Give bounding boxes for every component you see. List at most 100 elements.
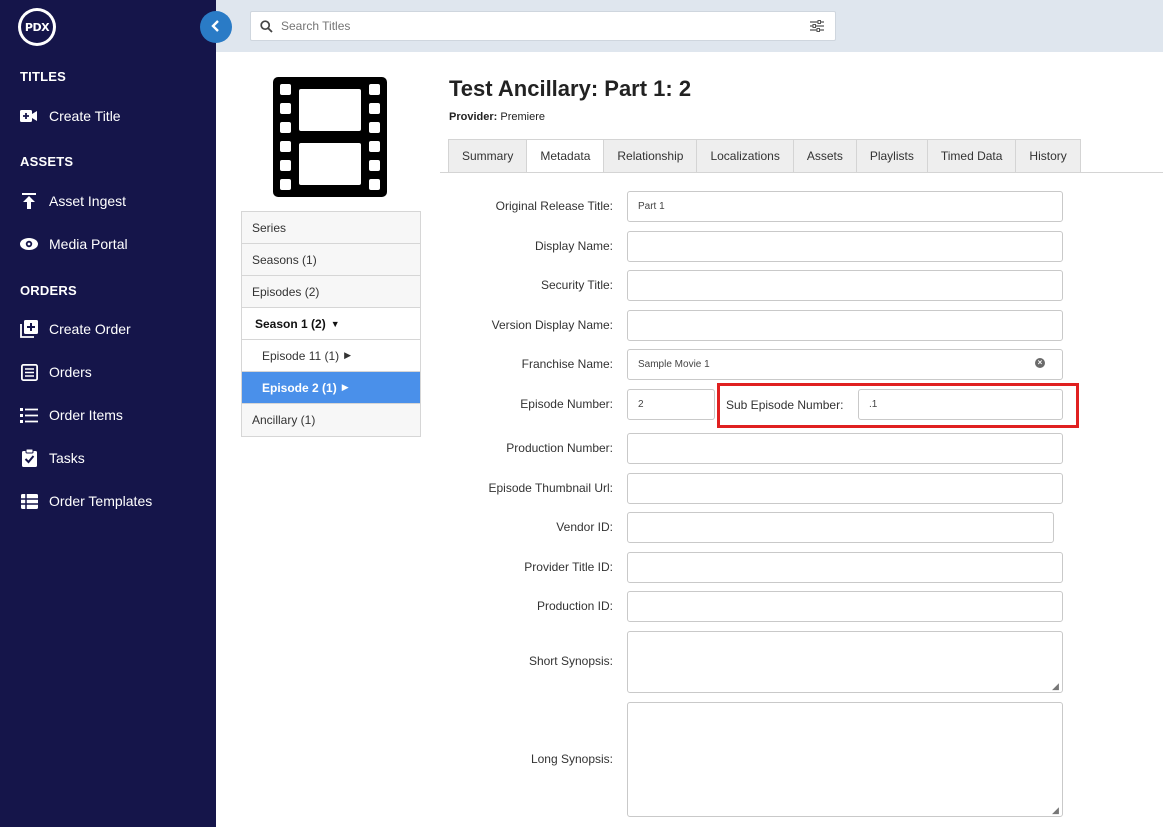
original-release-title-label: Original Release Title: xyxy=(495,199,613,213)
episode-number-field[interactable] xyxy=(627,389,715,420)
original-release-title-field[interactable] xyxy=(627,191,1063,222)
short-synopsis-label: Short Synopsis: xyxy=(528,654,613,668)
search-icon xyxy=(251,19,281,33)
film-icon xyxy=(273,77,387,202)
tree-label: Ancillary (1) xyxy=(252,413,316,427)
nav-asset-ingest[interactable]: Asset Ingest xyxy=(20,192,126,210)
sidebar: PDX TITLES Create Title ASSETS Asset Ing… xyxy=(0,0,216,827)
provider-line: Provider: Premiere xyxy=(449,111,545,123)
tree-label: Episode 11 (1) xyxy=(262,348,340,363)
long-synopsis-field[interactable] xyxy=(627,702,1063,817)
display-name-label: Display Name: xyxy=(534,239,613,253)
franchise-name-field[interactable] xyxy=(627,349,1063,380)
nav-label: Order Items xyxy=(49,407,123,423)
nav-label: Create Order xyxy=(49,321,131,337)
caret-right-icon: ▶ xyxy=(344,350,352,360)
nav-order-templates[interactable]: Order Templates xyxy=(20,492,152,510)
tree-label: Episode 2 (1) xyxy=(262,380,337,395)
eye-icon xyxy=(20,235,38,253)
provider-value: Premiere xyxy=(500,111,545,123)
caret-down-icon: ▼ xyxy=(330,318,340,329)
caret-right-icon: ▶ xyxy=(341,382,349,392)
production-number-label: Production Number: xyxy=(506,441,613,455)
clear-icon[interactable]: × xyxy=(1035,358,1045,368)
tab-divider xyxy=(440,172,1163,173)
tree-item-episodes[interactable]: Episodes (2) xyxy=(242,276,420,308)
franchise-name-label: Franchise Name: xyxy=(521,357,613,371)
production-number-field[interactable] xyxy=(627,433,1063,464)
display-name-field[interactable] xyxy=(627,231,1063,262)
nav-create-order[interactable]: Create Order xyxy=(20,320,131,338)
filter-sliders-icon[interactable] xyxy=(799,20,835,32)
chevron-left-icon xyxy=(211,19,221,36)
nav-orders[interactable]: Orders xyxy=(20,363,92,381)
list-icon xyxy=(20,406,38,424)
provider-title-id-label: Provider Title ID: xyxy=(524,560,613,574)
provider-title-id-field[interactable] xyxy=(627,552,1063,583)
tree-label: Episodes (2) xyxy=(252,284,320,299)
vendor-id-label: Vendor ID: xyxy=(556,520,613,534)
vendor-id-field[interactable] xyxy=(627,512,1054,543)
pdx-logo[interactable]: PDX xyxy=(18,8,56,46)
tab-history[interactable]: History xyxy=(1016,139,1081,173)
collapse-sidebar-button[interactable] xyxy=(200,11,232,43)
page-title: Test Ancillary: Part 1: 2 xyxy=(449,76,692,101)
production-id-label: Production ID: xyxy=(536,599,613,613)
tree-label: Seasons (1) xyxy=(252,252,317,267)
tab-timed-data[interactable]: Timed Data xyxy=(927,139,1017,173)
tree-item-episode-11[interactable]: Episode 11 (1) ▶ xyxy=(242,340,420,372)
episode-number-label: Episode Number: xyxy=(520,397,613,411)
tab-relationship[interactable]: Relationship xyxy=(604,139,698,173)
nav-label: Media Portal xyxy=(49,236,128,252)
nav-media-portal[interactable]: Media Portal xyxy=(20,235,128,253)
upload-icon xyxy=(20,192,38,210)
list-box-icon xyxy=(20,363,38,381)
tree-item-seasons[interactable]: Seasons (1) xyxy=(242,244,420,276)
version-display-name-field[interactable] xyxy=(627,310,1063,341)
nav-label: Orders xyxy=(49,364,92,380)
long-synopsis-label: Long Synopsis: xyxy=(530,752,613,766)
resize-handle-icon[interactable]: ◢ xyxy=(1052,681,1059,692)
nav-tasks[interactable]: Tasks xyxy=(20,449,85,467)
video-plus-icon xyxy=(20,107,38,125)
section-assets: ASSETS xyxy=(20,154,74,169)
security-title-label: Security Title: xyxy=(540,278,613,292)
nav-label: Asset Ingest xyxy=(49,193,127,209)
tree-item-season-1[interactable]: Season 1 (2) ▼ xyxy=(242,308,420,340)
sub-episode-number-field[interactable] xyxy=(858,389,1063,420)
table-icon xyxy=(20,492,38,510)
version-display-name-label: Version Display Name: xyxy=(491,318,613,332)
tree-item-series[interactable]: Series xyxy=(242,212,420,244)
tab-localizations[interactable]: Localizations xyxy=(697,139,794,173)
tab-playlists[interactable]: Playlists xyxy=(856,139,928,173)
short-synopsis-field[interactable] xyxy=(627,631,1063,693)
tab-bar: Summary Metadata Relationship Localizati… xyxy=(448,139,1081,173)
nav-label: Create Title xyxy=(49,108,121,124)
top-bar xyxy=(216,0,1163,52)
nav-order-items[interactable]: Order Items xyxy=(20,406,123,424)
section-orders: ORDERS xyxy=(20,283,77,298)
episode-thumbnail-url-field[interactable] xyxy=(627,473,1063,504)
provider-label: Provider: xyxy=(449,111,498,123)
security-title-field[interactable] xyxy=(627,270,1063,301)
search-input[interactable] xyxy=(281,19,799,33)
tab-metadata[interactable]: Metadata xyxy=(527,139,605,173)
nav-create-title[interactable]: Create Title xyxy=(20,107,121,125)
add-square-icon xyxy=(20,320,38,338)
nav-label: Tasks xyxy=(49,450,85,466)
nav-label: Order Templates xyxy=(49,493,153,509)
section-titles: TITLES xyxy=(20,69,66,84)
resize-handle-icon[interactable]: ◢ xyxy=(1052,805,1059,816)
sub-episode-number-label: Sub Episode Number: xyxy=(726,398,844,412)
tab-assets[interactable]: Assets xyxy=(793,139,857,173)
search-box xyxy=(250,11,836,41)
tab-summary[interactable]: Summary xyxy=(448,139,528,173)
tree-label: Series xyxy=(252,220,287,235)
production-id-field[interactable] xyxy=(627,591,1063,622)
tree-item-episode-2[interactable]: Episode 2 (1) ▶ xyxy=(242,372,420,404)
episode-thumbnail-url-label: Episode Thumbnail Url: xyxy=(488,481,613,495)
logo-text: PDX xyxy=(21,11,53,43)
tree-item-ancillary[interactable]: Ancillary (1) xyxy=(242,404,420,436)
clipboard-check-icon xyxy=(20,449,38,467)
title-hierarchy-tree: Series Seasons (1) Episodes (2) Season 1… xyxy=(241,211,421,437)
